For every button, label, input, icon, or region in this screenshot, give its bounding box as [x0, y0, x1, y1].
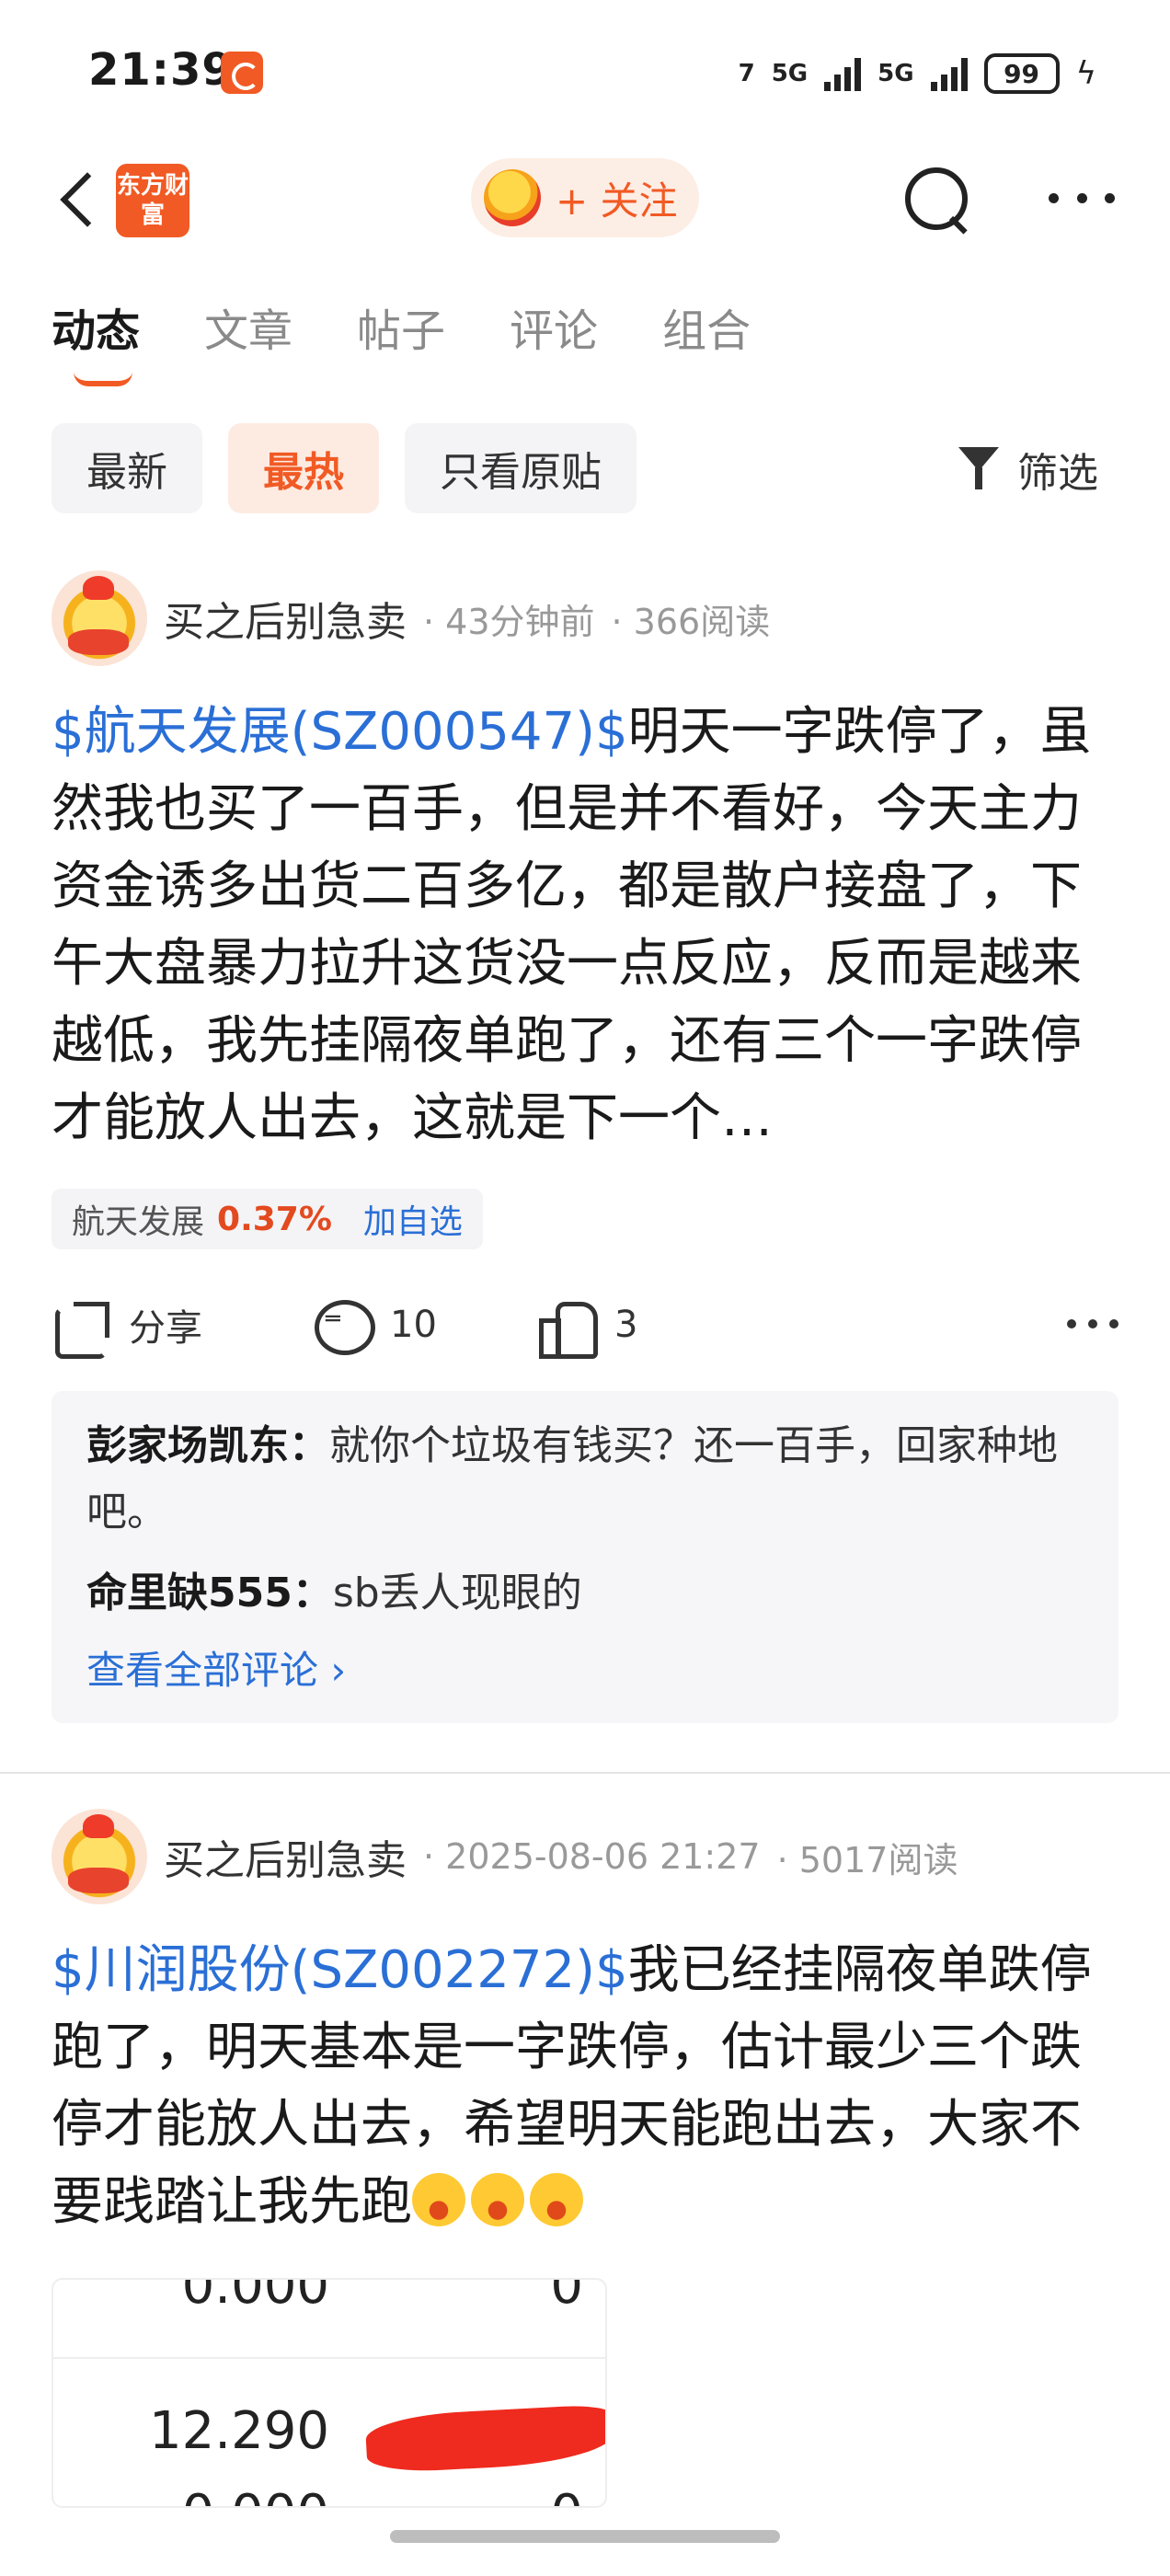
post-time: · 2025-08-06 21:27 — [423, 1836, 761, 1877]
home-indicator[interactable] — [390, 2530, 780, 2543]
more-icon[interactable] — [1049, 175, 1115, 221]
post-card: 买之后别急卖 · 43分钟前 · 366阅读 $航天发展(SZ000547)$明… — [0, 570, 1170, 1766]
content-tabs: 动态 文章 帖子 评论 组合 — [52, 294, 751, 386]
stock-tag-name: 航天发展 — [72, 1203, 205, 1241]
comment-text: sb丢人现眼的 — [332, 1570, 582, 1616]
crying-emoji-icon — [530, 2173, 583, 2226]
battery-icon: 99 — [983, 53, 1060, 94]
image-value: 0.000 — [181, 2278, 329, 2316]
image-value: 12.290 — [149, 2401, 329, 2461]
back-arrow-icon[interactable] — [52, 166, 107, 230]
post-time: · 43分钟前 — [423, 601, 595, 642]
chip-original-only[interactable]: 只看原贴 — [405, 423, 637, 513]
follow-label: + 关注 — [556, 178, 678, 224]
follow-button[interactable]: + 关注 — [471, 158, 699, 237]
status-bar: 21:39 7 5G 5G 99 ϟ — [0, 0, 1170, 138]
post-reads: · 5017阅读 — [776, 1839, 958, 1880]
post-author[interactable]: 买之后别急卖 · 43分钟前 · 366阅读 — [52, 570, 770, 666]
charging-icon: ϟ — [1075, 55, 1096, 92]
filter-chips: 最新 最热 只看原贴 — [52, 423, 637, 513]
divider — [0, 1772, 1170, 1774]
author-name[interactable]: 买之后别急卖 — [164, 1827, 407, 1886]
stock-link[interactable]: $川润股份(SZ002272)$ — [52, 1940, 628, 2000]
tab-comments[interactable]: 评论 — [510, 294, 598, 359]
post-image[interactable]: 0.000 0 12.290 0.000 0 — [52, 2278, 607, 2508]
like-button[interactable]: 3 — [537, 1288, 637, 1362]
post-more-icon[interactable] — [1067, 1319, 1118, 1328]
avatar[interactable] — [52, 1809, 147, 1904]
search-icon[interactable] — [901, 164, 971, 234]
image-value: 0 — [550, 2484, 583, 2506]
top-navbar: 东方财富 + 关注 — [0, 147, 1170, 248]
comment-user[interactable]: 彭家场凯东： — [86, 1422, 329, 1469]
image-value: 0.000 — [53, 2484, 329, 2506]
image-divider — [53, 2357, 605, 2359]
stock-tag-change: 0.37% — [217, 1200, 332, 1238]
status-time: 21:39 — [88, 44, 234, 96]
status-icons: 7 5G 5G 99 ϟ — [739, 48, 1096, 99]
wifi-icon: 7 — [738, 60, 755, 87]
post-actions: 分享 10 3 — [52, 1288, 1118, 1362]
comment-count: 10 — [390, 1304, 437, 1346]
post-body[interactable]: $川润股份(SZ002272)$我已经挂隔夜单跌停跑了，明天基本是一字跌停，估计… — [52, 1932, 1118, 2241]
post-text: 明天一字跌停了，虽然我也买了一百手，但是并不看好，今天主力资金诱多出货二百多亿，… — [52, 702, 1092, 1148]
like-count: 3 — [614, 1304, 638, 1346]
redaction-scribble — [364, 2403, 605, 2475]
chip-hottest[interactable]: 最热 — [228, 423, 379, 513]
avatar[interactable] — [52, 570, 147, 666]
post-author[interactable]: 买之后别急卖 · 2025-08-06 21:27 · 5017阅读 — [52, 1809, 958, 1904]
signal-label-1: 5G — [771, 60, 809, 87]
crying-emoji-icon — [471, 2173, 524, 2226]
crying-emoji-icon — [412, 2173, 465, 2226]
filter-button[interactable]: 筛选 — [958, 440, 1098, 499]
chip-latest[interactable]: 最新 — [52, 423, 202, 513]
share-label: 分享 — [129, 1307, 202, 1350]
comment-icon — [313, 1296, 375, 1355]
image-value: 0 — [550, 2278, 583, 2316]
signal-bars-icon-2 — [930, 56, 968, 91]
post-reads: · 366阅读 — [611, 601, 771, 642]
author-name[interactable]: 买之后别急卖 — [164, 589, 407, 648]
comment-user[interactable]: 命里缺555： — [86, 1570, 333, 1616]
signal-label-2: 5G — [878, 60, 914, 87]
comment-preview[interactable]: 彭家场凯东：就你个垃圾有钱买？还一百手，回家种地吧。 命里缺555：sb丢人现眼… — [52, 1391, 1118, 1723]
tab-articles[interactable]: 文章 — [204, 294, 292, 359]
stock-link[interactable]: $航天发展(SZ000547)$ — [52, 702, 628, 762]
comment-item: 命里缺555：sb丢人现眼的 — [86, 1560, 1084, 1627]
share-icon — [52, 1296, 109, 1359]
comment-button[interactable]: 10 — [313, 1288, 437, 1362]
user-avatar-small — [484, 169, 541, 226]
view-all-comments-link[interactable]: 查看全部评论 › — [86, 1639, 1084, 1696]
tab-dynamics[interactable]: 动态 — [52, 294, 140, 386]
app-logo: 东方财富 — [116, 164, 189, 237]
tab-posts[interactable]: 帖子 — [357, 294, 445, 359]
app-notification-icon — [221, 52, 263, 94]
post-body[interactable]: $航天发展(SZ000547)$明天一字跌停了，虽然我也买了一百手，但是并不看好… — [52, 694, 1118, 1157]
signal-bars-icon — [824, 56, 862, 91]
add-watchlist-button[interactable]: 加自选 — [363, 1195, 463, 1243]
tab-portfolio[interactable]: 组合 — [662, 294, 751, 359]
comment-item: 彭家场凯东：就你个垃圾有钱买？还一百手，回家种地吧。 — [86, 1413, 1084, 1546]
thumbs-up-icon — [537, 1296, 598, 1359]
stock-tag[interactable]: 航天发展 0.37% 加自选 — [52, 1189, 483, 1249]
filter-label: 筛选 — [1017, 450, 1098, 497]
funnel-icon — [958, 443, 1004, 495]
share-button[interactable]: 分享 — [52, 1288, 202, 1362]
